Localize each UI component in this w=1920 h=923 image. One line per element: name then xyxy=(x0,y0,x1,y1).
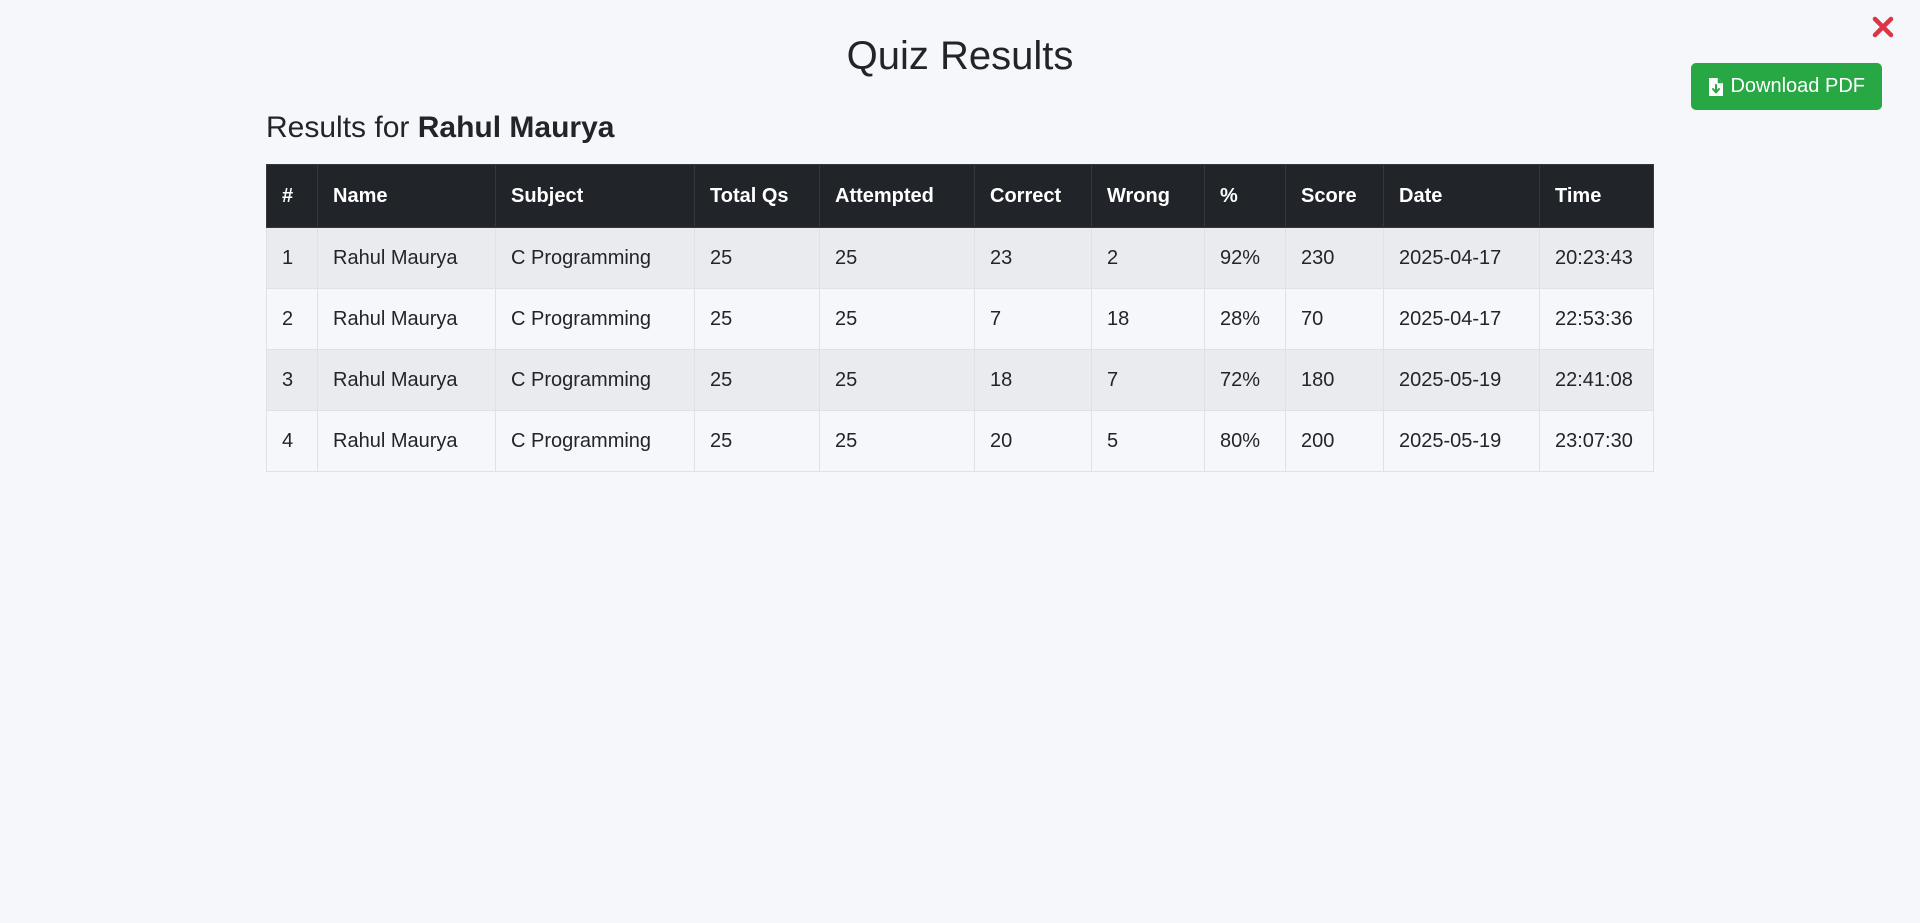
column-header-attempted: Attempted xyxy=(819,164,975,228)
cell-index: 3 xyxy=(266,349,318,411)
file-download-icon xyxy=(1708,77,1724,97)
cell-wrong: 2 xyxy=(1091,227,1205,289)
cell-name: Rahul Maurya xyxy=(317,227,496,289)
cell-percent: 28% xyxy=(1204,288,1286,350)
column-header-subject: Subject xyxy=(495,164,695,228)
cell-wrong: 18 xyxy=(1091,288,1205,350)
cell-score: 180 xyxy=(1285,349,1384,411)
cell-correct: 7 xyxy=(974,288,1092,350)
cell-attempted: 25 xyxy=(819,410,975,472)
student-name: Rahul Maurya xyxy=(417,111,615,144)
cell-correct: 23 xyxy=(974,227,1092,289)
results-heading: Results for Rahul Maurya xyxy=(266,106,614,150)
column-header-date: Date xyxy=(1383,164,1540,228)
cell-attempted: 25 xyxy=(819,349,975,411)
cell-time: 22:53:36 xyxy=(1539,288,1654,350)
cell-date: 2025-04-17 xyxy=(1383,288,1540,350)
cell-subject: C Programming xyxy=(495,288,695,350)
cell-correct: 18 xyxy=(974,349,1092,411)
cell-index: 1 xyxy=(266,227,318,289)
cell-score: 200 xyxy=(1285,410,1384,472)
download-pdf-button[interactable]: Download PDF xyxy=(1691,63,1882,110)
page-title: Quiz Results xyxy=(846,34,1074,78)
cell-subject: C Programming xyxy=(495,227,695,289)
results-heading-prefix: Results for xyxy=(266,111,418,144)
cell-attempted: 25 xyxy=(819,288,975,350)
column-header-correct: Correct xyxy=(974,164,1092,228)
close-button[interactable] xyxy=(1868,14,1898,44)
cell-score: 230 xyxy=(1285,227,1384,289)
cell-name: Rahul Maurya xyxy=(317,349,496,411)
column-header-total-qs: Total Qs xyxy=(694,164,820,228)
cell-date: 2025-04-17 xyxy=(1383,227,1540,289)
cell-index: 4 xyxy=(266,410,318,472)
table-row: 3 Rahul Maurya C Programming 25 25 18 7 … xyxy=(266,349,1654,411)
cell-percent: 80% xyxy=(1204,410,1286,472)
cell-score: 70 xyxy=(1285,288,1384,350)
download-pdf-label: Download PDF xyxy=(1730,75,1865,97)
cell-date: 2025-05-19 xyxy=(1383,410,1540,472)
table-header-row: # Name Subject Total Qs Attempted Correc… xyxy=(266,164,1654,228)
column-header-name: Name xyxy=(317,164,496,228)
cell-percent: 72% xyxy=(1204,349,1286,411)
cell-date: 2025-05-19 xyxy=(1383,349,1540,411)
cell-correct: 20 xyxy=(974,410,1092,472)
cell-subject: C Programming xyxy=(495,410,695,472)
results-table: # Name Subject Total Qs Attempted Correc… xyxy=(266,164,1654,472)
cell-percent: 92% xyxy=(1204,227,1286,289)
cell-index: 2 xyxy=(266,288,318,350)
column-header-time: Time xyxy=(1539,164,1654,228)
cell-name: Rahul Maurya xyxy=(317,288,496,350)
quiz-results-page: Quiz Results Download PDF Results for Ra… xyxy=(0,0,1920,923)
cell-time: 23:07:30 xyxy=(1539,410,1654,472)
cell-name: Rahul Maurya xyxy=(317,410,496,472)
cell-total-qs: 25 xyxy=(694,410,820,472)
table-row: 1 Rahul Maurya C Programming 25 25 23 2 … xyxy=(266,227,1654,289)
column-header-score: Score xyxy=(1285,164,1384,228)
cell-total-qs: 25 xyxy=(694,349,820,411)
close-icon xyxy=(1872,16,1894,43)
cell-wrong: 7 xyxy=(1091,349,1205,411)
cell-subject: C Programming xyxy=(495,349,695,411)
table-row: 2 Rahul Maurya C Programming 25 25 7 18 … xyxy=(266,288,1654,350)
table-row: 4 Rahul Maurya C Programming 25 25 20 5 … xyxy=(266,410,1654,472)
column-header-wrong: Wrong xyxy=(1091,164,1205,228)
column-header-index: # xyxy=(266,164,318,228)
cell-total-qs: 25 xyxy=(694,227,820,289)
column-header-percent: % xyxy=(1204,164,1286,228)
cell-time: 22:41:08 xyxy=(1539,349,1654,411)
cell-wrong: 5 xyxy=(1091,410,1205,472)
cell-total-qs: 25 xyxy=(694,288,820,350)
cell-time: 20:23:43 xyxy=(1539,227,1654,289)
cell-attempted: 25 xyxy=(819,227,975,289)
